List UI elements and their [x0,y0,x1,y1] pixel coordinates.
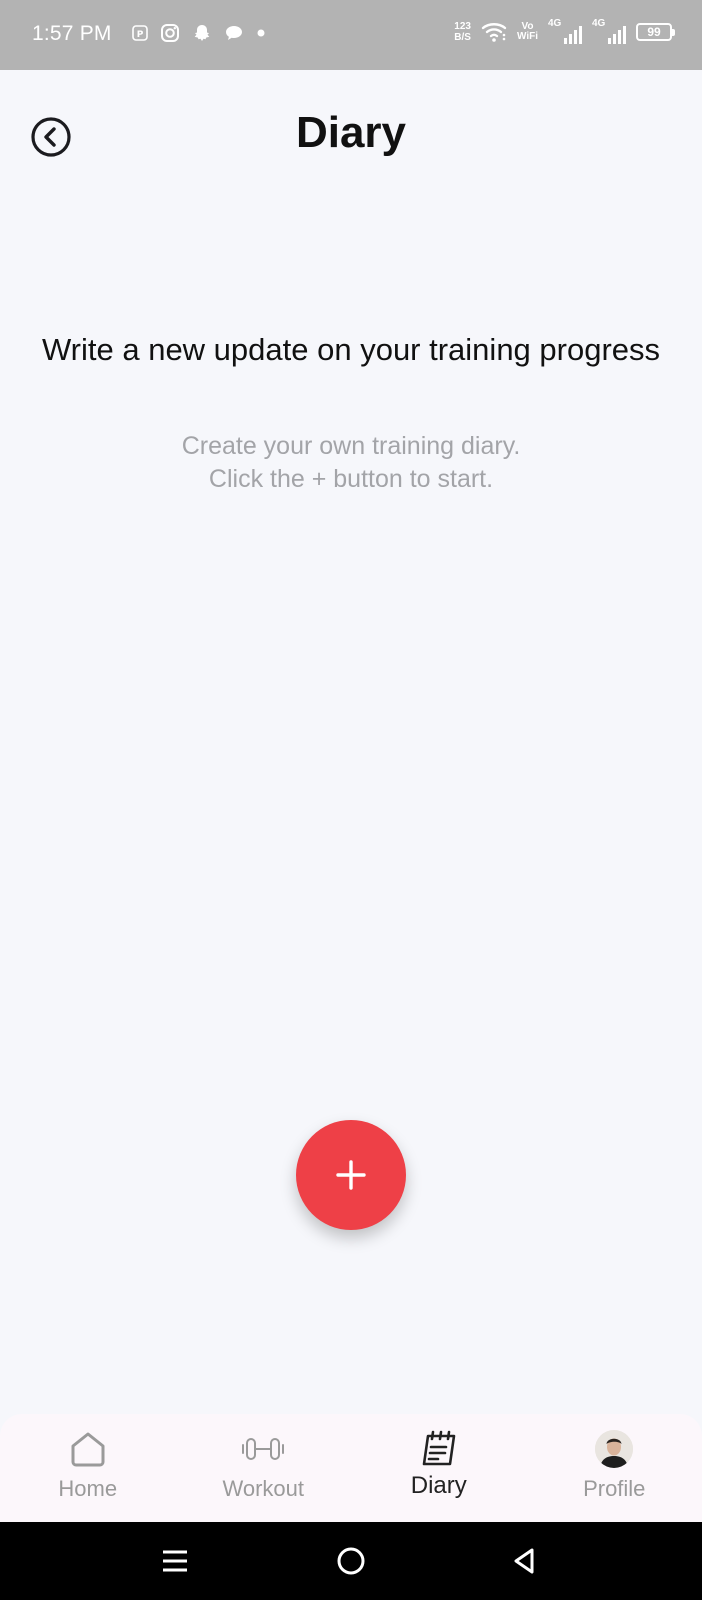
network-speed-value: 123 [454,21,471,32]
page-title: Diary [295,108,407,157]
diary-icon [419,1428,459,1470]
menu-icon [163,1550,187,1572]
nav-label-profile: Profile [583,1476,646,1501]
signal-2-label: 4G [592,18,606,29]
dumbbell-icon [241,1428,285,1470]
plus-icon [336,1160,366,1190]
signal-4g-1: 4G [548,18,582,46]
system-back-button[interactable] [505,1542,545,1580]
back-triangle-icon [514,1548,534,1574]
status-notification-icons: P [132,23,266,43]
nav-item-home[interactable]: Home [0,1414,176,1522]
battery-icon: 99 [636,23,675,41]
profile-avatar-icon [595,1428,634,1470]
signal-bars-icon [564,26,582,44]
system-navigation-bar [0,1522,702,1600]
paytm-icon: P [132,25,148,41]
signal-bars-icon [608,26,626,44]
network-speed: 123 B/S [454,21,471,43]
dot-icon [256,28,266,38]
snapchat-icon [192,23,212,43]
status-system-icons: 123 B/S Vo WiFi 4G 4G 99 [454,18,675,46]
status-time: 1:57 PM [32,22,112,45]
empty-state-subtitle: Create your own training diary. Click th… [60,430,642,496]
recent-apps-button[interactable] [155,1542,195,1580]
battery-level: 99 [647,25,661,39]
home-icon [68,1428,108,1470]
nav-label-diary: Diary [410,1472,467,1499]
add-diary-entry-button[interactable] [296,1120,406,1230]
empty-state-heading: Write a new update on your training prog… [41,332,661,367]
wifi-icon [481,21,507,43]
system-home-button[interactable] [331,1542,371,1580]
vowifi-bottom: WiFi [516,31,538,42]
vowifi-indicator: Vo WiFi [517,22,538,42]
nav-item-diary[interactable]: Diary [351,1414,527,1522]
signal-4g-2: 4G [592,18,626,46]
avatar [595,1430,634,1468]
chat-bubble-icon [224,23,244,43]
network-speed-unit: B/S [454,32,471,43]
nav-label-home: Home [58,1476,118,1501]
empty-state-subtitle-line1: Create your own training diary. [181,432,521,460]
svg-text:P: P [137,30,144,40]
bottom-navigation: Home Workout Diary Profile [0,1414,702,1522]
nav-label-workout: Workout [222,1476,304,1501]
instagram-icon [160,23,180,43]
status-bar: 1:57 PM P 123 B/S Vo WiFi 4G 4G 99 [0,0,702,70]
home-circle-icon [337,1547,365,1575]
nav-item-profile[interactable]: Profile [527,1414,702,1522]
empty-state-subtitle-line2: Click the + button to start. [208,465,494,493]
diary-screen: 1:57 PM P 123 B/S Vo WiFi 4G 4G 99 Diary… [0,0,702,1600]
nav-item-workout[interactable]: Workout [176,1414,352,1522]
signal-1-label: 4G [548,18,562,29]
